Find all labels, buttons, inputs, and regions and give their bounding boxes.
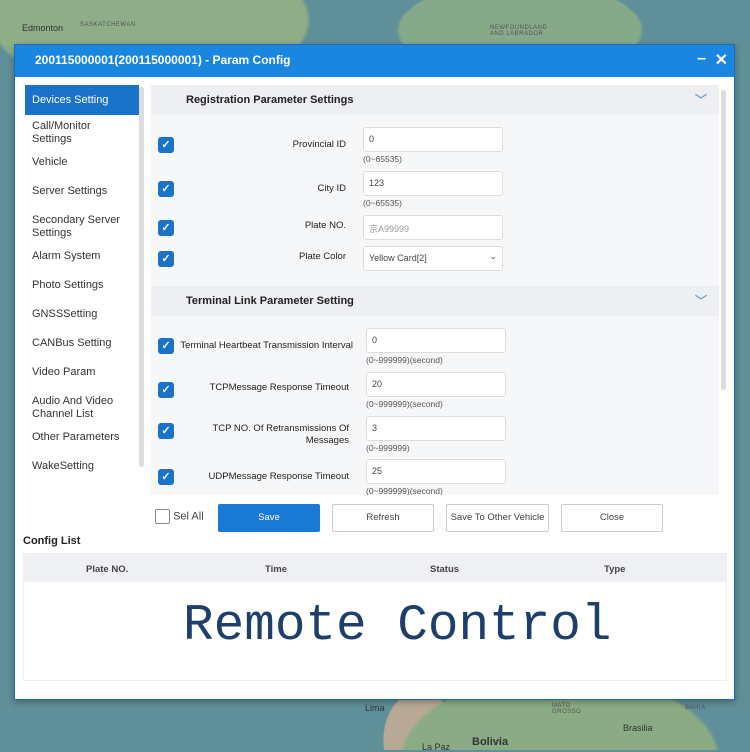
map-label: La Paz [422,742,451,752]
sidebar-item-photo-settings[interactable]: Photo Settings [25,274,139,303]
dialog-header: 200115000001(200115000001) - Param Confi… [15,45,734,77]
sidebar-item-canbus[interactable]: CANBus Setting [25,332,139,361]
sidebar-item-devices-setting[interactable]: Devices Setting [25,85,139,115]
column-status: Status [430,564,460,575]
field-hint: (0~999999) [366,443,410,453]
map-label: Bolivia [472,736,509,748]
select-all-checkbox[interactable]: Sel All [155,509,204,524]
field-hint: (0~999999)(second) [366,355,443,365]
chevron-down-icon: ⌄ [489,251,497,261]
field-label: City ID [317,183,347,194]
map-label: SASKATCHEWAN [80,22,136,28]
column-plate-no: Plate NO. [86,564,129,575]
select-all-label: Sel All [173,510,204,523]
sidebar: Devices Setting Call/Monitor Settings Ve… [25,85,139,495]
map-label: Lima [365,703,385,713]
field-hint: (0~999999)(second) [366,486,443,495]
sidebar-item-server-settings[interactable]: Server Settings [25,180,139,209]
save-to-other-vehicle-button[interactable]: Save To Other Vehicle [446,504,549,532]
sidebar-item-wake-setting[interactable]: WakeSetting [25,455,139,484]
field-hint: (0~65535) [363,198,402,208]
checkbox-checked[interactable]: ✓ [158,338,174,354]
field-label: UDPMessage Response Timeout [208,471,349,482]
sidebar-item-call-monitor[interactable]: Call/Monitor Settings [25,115,139,151]
sidebar-item-alarm-system[interactable]: Alarm System [25,245,139,274]
dialog-title: 200115000001(200115000001) - Param Confi… [35,53,291,67]
tcp-timeout-input[interactable]: 20 [366,372,506,397]
settings-panel: Registration Parameter Settings ﹀ ✓ Provi… [151,85,719,495]
content-scrollbar[interactable] [721,90,726,390]
map-label: Edmonton [22,23,64,33]
field-label: Plate Color [299,251,346,262]
section-registration[interactable]: Registration Parameter Settings ﹀ [151,85,719,115]
provincial-id-input[interactable]: 0 [363,127,503,152]
map-label: Brasilia [623,723,653,733]
column-time: Time [265,564,288,575]
sidebar-item-vehicle[interactable]: Vehicle [25,151,139,180]
config-list-title: Config List [23,535,81,547]
sidebar-item-other-parameters[interactable]: Other Parameters [25,426,139,455]
field-label: Plate NO. [304,220,346,231]
city-id-input[interactable]: 123 [363,171,503,196]
sidebar-item-av-channel-list[interactable]: Audio And Video Channel List [25,390,139,426]
map-label: NEWFOUNDLAND AND LABRADOR [490,25,548,37]
table-header: Plate NO. Time Status Type [24,554,726,582]
udp-timeout-input[interactable]: 25 [366,459,506,484]
heartbeat-input[interactable]: 0 [366,328,506,353]
close-icon[interactable]: ✕ [715,50,728,70]
section-title: Terminal Link Parameter Setting [186,295,354,307]
section-title: Registration Parameter Settings [186,94,354,106]
remote-control-overlay-text: Remote Control [183,598,612,655]
checkbox-unchecked[interactable] [155,509,170,524]
field-label: TCPMessage Response Timeout [209,382,349,393]
column-type: Type [604,564,626,575]
chevron-down-icon[interactable]: ﹀ [695,91,707,108]
field-label: TCP NO. Of Retransmissions Of Messages [212,423,349,446]
sidebar-item-gnss[interactable]: GNSSSetting [25,303,139,332]
select-value: Yellow Card[2] [369,253,427,263]
plate-color-select[interactable]: Yellow Card[2] ⌄ [363,246,503,271]
minimize-icon[interactable]: – [697,50,706,68]
tcp-retransmissions-input[interactable]: 3 [366,416,506,441]
plate-no-input[interactable]: 京A99999 [363,215,503,240]
param-config-dialog: 200115000001(200115000001) - Param Confi… [14,44,735,700]
map-label: BAHIA [685,705,706,711]
chevron-down-icon[interactable]: ﹀ [695,292,707,309]
field-hint: (0~999999)(second) [366,399,443,409]
checkbox-checked[interactable]: ✓ [158,423,174,439]
section-terminal-link[interactable]: Terminal Link Parameter Setting ﹀ [151,286,719,316]
close-button[interactable]: Close [561,504,663,532]
field-label: Terminal Heartbeat Transmission Interval [180,340,353,351]
map-label: MATO GROSSO [552,703,582,715]
sidebar-item-video-param[interactable]: Video Param [25,361,139,390]
field-label: Provincial ID [292,139,346,150]
sidebar-item-secondary-server[interactable]: Secondary Server Settings [25,209,139,245]
field-hint: (0~65535) [363,154,402,164]
save-button[interactable]: Save [218,504,320,532]
sidebar-scrollbar[interactable] [139,87,144,467]
refresh-button[interactable]: Refresh [332,504,434,532]
